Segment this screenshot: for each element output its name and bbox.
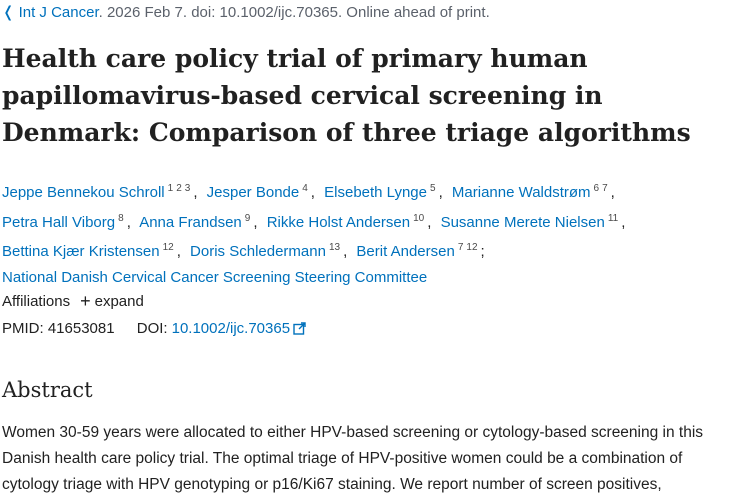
doi-value[interactable]: 10.1002/ijc.70365 [172,320,290,337]
article-title: Health care policy trial of primary huma… [2,40,748,151]
author-separator: , [253,213,258,231]
author-item: Rikke Holst Andersen 10, [267,213,437,231]
affiliation-ref[interactable]: 12 [466,235,477,261]
pmid-value: 41653081 [47,320,115,337]
affiliation-ref[interactable]: 7 [458,235,464,261]
author-link[interactable]: Susanne Merete Nielsen [441,214,605,231]
author-link[interactable]: Jeppe Bennekou Schroll [2,184,165,201]
author-item: Elsebeth Lynge 5, [324,183,448,201]
author-separator: , [621,213,626,231]
affiliation-ref[interactable]: 11 [608,206,618,232]
author-item: Doris Schledermann 13, [190,242,352,260]
abstract-line: Danish health care policy trial. The opt… [2,450,683,467]
author-separator: , [343,243,348,260]
author-link[interactable]: Rikke Holst Andersen [267,214,410,231]
affiliations-label: Affiliations [2,293,71,310]
chevron-left-icon[interactable]: ❬ [2,4,15,21]
affiliation-ref[interactable]: 6 [594,176,600,202]
affiliation-ref[interactable]: 10 [413,206,424,232]
abstract-heading: Abstract [2,378,93,402]
author-link[interactable]: Doris Schledermann [190,243,326,260]
author-item: Petra Hall Viborg 8, [2,213,136,231]
author-item: Susanne Merete Nielsen 11, [441,213,631,231]
author-separator: , [610,184,615,201]
doi-label: DOI: [136,320,168,337]
author-separator: , [176,243,181,260]
affiliation-ref[interactable]: 3 [185,176,191,202]
article-page: ❬ Int J Cancer. 2026 Feb 7. doi: 10.1002/… [0,0,750,500]
affiliation-ref[interactable]: 12 [163,235,174,261]
group-author-link[interactable]: National Danish Cervical Cancer Screenin… [2,269,427,286]
author-separator: , [427,213,432,231]
citation-details: . 2026 Feb 7. doi: 10.1002/ijc.70365. On… [98,4,490,21]
title-line: papillomavirus-based cervical screening … [2,81,603,110]
author-link[interactable]: Elsebeth Lynge [324,184,427,201]
affiliation-ref[interactable]: 2 [176,176,182,202]
affiliation-ref[interactable]: 5 [430,176,436,202]
expand-label[interactable]: expand [95,293,144,310]
affiliation-ref[interactable]: 4 [302,176,308,202]
abstract-line: Women 30-59 years were allocated to eith… [2,424,704,441]
author-link[interactable]: Anna Frandsen [139,214,242,231]
identifiers-row: PMID: 41653081 DOI: 10.1002/ijc.70365 [2,320,306,337]
pmid-label: PMID: [2,320,44,337]
author-link[interactable]: Berit Andersen [356,243,454,260]
author-item: Jeppe Bennekou Schroll 1 2 3, [2,183,202,201]
authors-list: Jeppe Bennekou Schroll 1 2 3, Jesper Bonde 4… [2,176,748,290]
author-link[interactable]: Petra Hall Viborg [2,214,115,231]
abstract-line: cytology triage with HPV genotyping or p… [2,476,662,493]
author-separator: , [310,184,315,201]
author-item: Berit Andersen 7 12; [356,242,485,260]
author-item: Bettina Kjær Kristensen 12, [2,242,186,260]
author-item: Anna Frandsen 9, [139,213,262,231]
author-link[interactable]: Bettina Kjær Kristensen [2,243,160,260]
title-line: Health care policy trial of primary huma… [2,44,588,73]
external-link-icon[interactable] [293,322,306,335]
doi-link[interactable]: 10.1002/ijc.70365 [172,320,306,337]
affiliation-ref[interactable]: 9 [245,206,251,232]
author-separator: , [438,184,443,201]
journal-link[interactable]: Int J Cancer [19,4,99,21]
affiliation-ref[interactable]: 13 [329,235,340,261]
title-line: Denmark: Comparison of three triage algo… [2,118,691,147]
affiliation-ref[interactable]: 7 [602,176,608,202]
author-link[interactable]: Marianne Waldstrøm [452,184,591,201]
affiliations-toggle[interactable]: Affiliations + expand [2,291,144,312]
plus-icon[interactable]: + [80,291,91,311]
author-separator: ; [480,243,485,260]
abstract-body: Women 30-59 years were allocated to eith… [2,420,748,498]
author-item: Jesper Bonde 4, [207,183,320,201]
affiliation-ref[interactable]: 1 [168,176,174,202]
affiliation-ref[interactable]: 8 [118,206,124,232]
author-separator: , [126,213,131,231]
citation-line: ❬ Int J Cancer. 2026 Feb 7. doi: 10.1002/… [2,3,490,21]
author-separator: , [193,184,198,201]
author-item: Marianne Waldstrøm 6 7, [452,183,620,201]
author-link[interactable]: Jesper Bonde [207,184,300,201]
